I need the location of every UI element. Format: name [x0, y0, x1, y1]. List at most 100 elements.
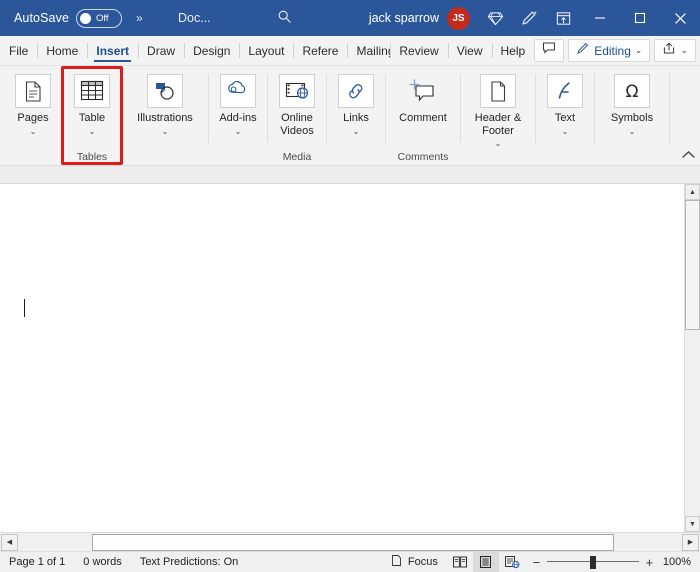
vertical-scrollbar[interactable]: ▲ ▼	[684, 184, 700, 532]
autosave-toggle[interactable]: Off	[76, 8, 123, 28]
table-label: Table	[78, 112, 106, 124]
new-comment-label: Comment	[399, 112, 447, 124]
tabstrip-actions: Editing ⌄ ⌄	[534, 36, 700, 65]
vertical-scroll-track[interactable]	[685, 200, 700, 516]
scroll-up-icon[interactable]: ▲	[685, 184, 700, 200]
text-button[interactable]: Text ⌄	[536, 71, 594, 137]
tab-draw[interactable]: Draw	[138, 36, 184, 65]
comments-button[interactable]	[534, 39, 565, 62]
tab-layout[interactable]: Layout	[239, 36, 293, 65]
zoom-slider-track[interactable]	[546, 555, 639, 569]
scroll-left-icon[interactable]: ◀	[1, 533, 18, 551]
tab-design[interactable]: Design	[184, 36, 239, 65]
online-videos-label: Online Videos	[280, 112, 314, 137]
focus-label: Focus	[407, 556, 438, 568]
tab-home[interactable]: Home	[37, 36, 87, 65]
header-footer-button[interactable]: Header & Footer ⌄	[461, 71, 535, 149]
tab-insert[interactable]: Insert	[87, 36, 138, 65]
text-predictions-status[interactable]: Text Predictions: On	[131, 552, 247, 572]
horizontal-scroll-thumb[interactable]	[92, 533, 614, 551]
close-button[interactable]	[660, 0, 700, 36]
symbols-button[interactable]: Ω Symbols ⌄	[595, 71, 669, 137]
tab-mailings[interactable]: Mailings	[347, 36, 390, 65]
tab-references[interactable]: Refere	[293, 36, 347, 65]
zoom-control: − +	[525, 555, 661, 570]
chevron-down-icon: ⌄	[634, 45, 643, 55]
zoom-slider-thumb[interactable]	[589, 556, 596, 569]
avatar[interactable]: JS	[447, 6, 470, 30]
word-count[interactable]: 0 words	[74, 552, 131, 572]
new-comment-button[interactable]: Comment	[386, 71, 460, 125]
share-button[interactable]: ⌄	[654, 39, 696, 62]
ribbon-group-title-text	[536, 149, 594, 165]
read-mode-button[interactable]	[447, 552, 473, 572]
ribbon-group-comments: Comment Comments	[386, 66, 460, 165]
vertical-scroll-thumb[interactable]	[685, 200, 700, 330]
share-icon	[662, 41, 676, 60]
chevron-down-icon: ⌄	[234, 126, 242, 136]
diamond-icon[interactable]	[478, 0, 512, 36]
page-info[interactable]: Page 1 of 1	[0, 552, 74, 572]
text-icon	[547, 74, 583, 108]
document-page[interactable]	[0, 184, 684, 532]
account-button[interactable]: jack sparrow JS	[369, 6, 470, 30]
ribbon-group-symbols: Ω Symbols ⌄	[595, 66, 669, 165]
tab-help[interactable]: Help	[491, 36, 535, 65]
ribbon-group-title-media: Media	[282, 151, 312, 163]
focus-icon	[390, 554, 403, 570]
ribbon-group-title-pages	[0, 149, 62, 165]
chevron-down-icon: ⌄	[628, 126, 636, 136]
word-window: AutoSave Off » Doc... jack sparrow JS Fi…	[0, 0, 700, 572]
zoom-in-button[interactable]: +	[644, 555, 655, 570]
illustrations-button[interactable]: Illustrations ⌄	[122, 71, 208, 137]
chevron-double-right-icon[interactable]: »	[136, 11, 143, 25]
ribbon-group-title-symbols	[595, 149, 669, 165]
autosave-toggle-knob	[80, 12, 92, 24]
tab-view[interactable]: View	[447, 36, 492, 65]
focus-button[interactable]: Focus	[381, 552, 447, 572]
tab-file[interactable]: File	[0, 36, 37, 65]
links-label: Links	[343, 112, 369, 124]
pages-button[interactable]: Pages ⌄	[4, 71, 62, 137]
chevron-down-icon: ⌄	[494, 139, 502, 148]
ribbon-group-media: Online Videos Media	[268, 66, 326, 165]
scroll-down-icon[interactable]: ▼	[685, 516, 700, 532]
pages-label: Pages	[17, 112, 49, 124]
web-layout-button[interactable]	[499, 552, 525, 572]
ribbon-group-title-links	[327, 149, 385, 165]
table-button[interactable]: Table ⌄	[63, 71, 121, 137]
chevron-down-icon: ⌄	[29, 126, 37, 136]
tab-review[interactable]: Review	[390, 36, 447, 65]
editing-mode-button[interactable]: Editing ⌄	[568, 39, 651, 62]
ribbon-group-addins: Add-ins ⌄	[209, 66, 267, 165]
chevron-down-icon: ⌄	[161, 126, 169, 136]
horizontal-scrollbar[interactable]: ◀ ▶	[0, 532, 700, 551]
title-bar-right: jack sparrow JS	[369, 0, 700, 36]
status-bar-right: Focus − + 100%	[381, 552, 700, 572]
ribbon-group-header-footer: Header & Footer ⌄	[461, 66, 535, 165]
links-button[interactable]: Links ⌄	[327, 71, 385, 137]
scroll-right-icon[interactable]: ▶	[682, 533, 699, 551]
maximize-button[interactable]	[620, 0, 660, 36]
illustrations-icon	[147, 74, 183, 108]
minimize-button[interactable]	[580, 0, 620, 36]
horizontal-scroll-track[interactable]	[19, 533, 681, 551]
addins-button[interactable]: Add-ins ⌄	[209, 71, 267, 137]
online-videos-button[interactable]: Online Videos	[268, 71, 326, 137]
zoom-out-button[interactable]: −	[531, 555, 542, 570]
zoom-level[interactable]: 100%	[661, 556, 700, 568]
new-comment-icon	[405, 74, 441, 108]
ribbon-group-links: Links ⌄	[327, 66, 385, 165]
ribbon-group-title-header-footer	[461, 149, 535, 165]
ribbon-group-title-tables: Tables	[76, 151, 108, 163]
pages-icon	[15, 74, 51, 108]
search-box[interactable]: Doc...	[178, 5, 308, 30]
svg-text:Ω: Ω	[626, 82, 639, 102]
ribbon-display-options-icon[interactable]	[546, 0, 580, 36]
pen-draw-icon[interactable]	[512, 0, 546, 36]
collapse-ribbon-button[interactable]	[681, 149, 696, 163]
print-layout-button[interactable]	[472, 552, 499, 572]
ribbon-separator	[669, 74, 670, 143]
autosave-label: AutoSave	[14, 11, 70, 25]
ruler-strip	[0, 166, 700, 184]
